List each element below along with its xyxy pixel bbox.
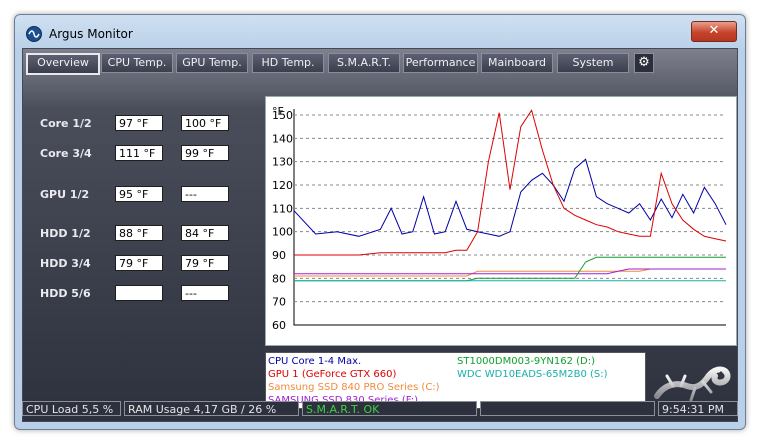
y-tick-label: 140 bbox=[272, 132, 293, 145]
tab-performance[interactable]: Performance bbox=[403, 53, 478, 73]
reading-label-gpu12: GPU 1/2 bbox=[40, 188, 90, 201]
reading-value-gpu2: --- bbox=[181, 186, 229, 202]
app-window: Argus Monitor ✕ Overview CPU Temp. GPU T… bbox=[14, 14, 746, 430]
reading-value-hdd6: --- bbox=[181, 285, 229, 301]
y-tick-label: 120 bbox=[272, 179, 293, 192]
reading-label-hdd56: HDD 5/6 bbox=[40, 287, 91, 300]
y-tick-label: 110 bbox=[272, 202, 293, 215]
title-bar[interactable]: Argus Monitor ✕ bbox=[15, 15, 745, 51]
tab-smart[interactable]: S.M.A.R.T. bbox=[328, 53, 400, 73]
legend-item-samsung-840: Samsung SSD 840 PRO Series (C:) bbox=[268, 382, 440, 393]
y-tick-label: 90 bbox=[272, 249, 286, 262]
reading-value-hdd4: 79 °F bbox=[181, 255, 229, 271]
y-tick-label: 130 bbox=[272, 156, 293, 169]
reading-value-core2: 100 °F bbox=[181, 115, 229, 131]
legend-item-wdc: WDC WD10EADS-65M2B0 (S:) bbox=[457, 369, 608, 380]
tab-mainboard[interactable]: Mainboard bbox=[481, 53, 553, 73]
reading-label-hdd34: HDD 3/4 bbox=[40, 257, 91, 270]
reading-value-hdd5 bbox=[115, 285, 163, 301]
chart-axes bbox=[293, 109, 726, 326]
y-tick-label: 150 bbox=[272, 109, 293, 122]
tab-cpu-temp[interactable]: CPU Temp. bbox=[101, 53, 173, 73]
y-tick-label: 60 bbox=[272, 319, 286, 332]
reading-value-hdd1: 88 °F bbox=[115, 225, 163, 241]
legend-item-gpu: GPU 1 (GeForce GTX 660) bbox=[268, 369, 397, 380]
legend-item-cpu: CPU Core 1-4 Max. bbox=[268, 356, 362, 367]
y-tick-label: 70 bbox=[272, 296, 286, 309]
series-line-0 bbox=[293, 158, 727, 237]
app-logo-icon bbox=[26, 26, 42, 42]
y-tick-label: 80 bbox=[272, 272, 286, 285]
settings-gear-icon[interactable]: ⚙ bbox=[634, 53, 654, 73]
reading-value-core1: 97 °F bbox=[115, 115, 163, 131]
status-smart: S.M.A.R.T. OK bbox=[302, 401, 477, 416]
status-bar: CPU Load 5,5 % RAM Usage 4,17 GB / 26 % … bbox=[22, 401, 738, 417]
tab-overview[interactable]: Overview bbox=[26, 53, 100, 75]
tab-hd-temp[interactable]: HD Temp. bbox=[252, 53, 324, 73]
reading-label-hdd12: HDD 1/2 bbox=[40, 227, 91, 240]
reading-value-core4: 99 °F bbox=[181, 145, 229, 161]
status-empty-cell bbox=[480, 401, 655, 416]
temperature-chart: °F 150 140 130 120 110 100 90 80 70 60 bbox=[265, 96, 737, 346]
close-button[interactable]: ✕ bbox=[691, 21, 737, 42]
main-panel: Overview CPU Temp. GPU Temp. HD Temp. S.… bbox=[22, 48, 738, 422]
series-line-1 bbox=[294, 109, 727, 256]
reading-value-hdd2: 84 °F bbox=[181, 225, 229, 241]
reading-label-core34: Core 3/4 bbox=[40, 147, 92, 160]
status-time: 9:54:31 PM bbox=[658, 401, 738, 416]
tab-gpu-temp[interactable]: GPU Temp. bbox=[176, 53, 248, 73]
reading-value-hdd3: 79 °F bbox=[115, 255, 163, 271]
reading-label-core12: Core 1/2 bbox=[40, 117, 92, 130]
y-tick-label: 100 bbox=[272, 226, 293, 239]
tab-system[interactable]: System bbox=[557, 53, 629, 73]
reading-value-gpu1: 95 °F bbox=[115, 186, 163, 202]
series-line-2 bbox=[294, 268, 726, 277]
reading-value-core3: 111 °F bbox=[115, 145, 163, 161]
chart-svg: °F 15014013012011010090807060 bbox=[272, 105, 727, 332]
status-cpu-load: CPU Load 5,5 % bbox=[22, 401, 121, 416]
status-ram-usage: RAM Usage 4,17 GB / 26 % bbox=[124, 401, 299, 416]
legend-item-st1000: ST1000DM003-9YN162 (D:) bbox=[457, 356, 596, 367]
window-title: Argus Monitor bbox=[49, 27, 133, 41]
